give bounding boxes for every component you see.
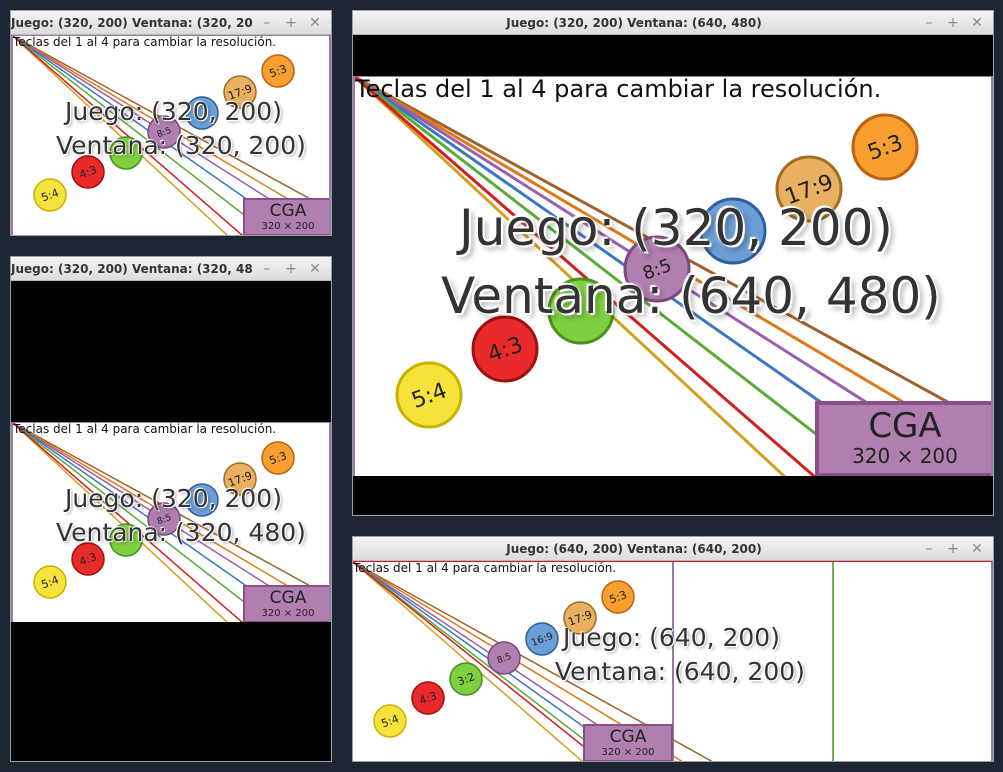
window-content[interactable]: 5:4 4:3 8:5 17:9 5:3 Teclas del 1 al 4 para c… — [11, 281, 331, 761]
window-content[interactable]: 5:4 4:3 8:5 17:9 5:3 Teclas del 1 al 4 para c… — [353, 35, 993, 515]
instructions-text: Teclas del 1 al 4 para cambiar la resolu… — [355, 76, 882, 103]
window-resolution-text: Ventana: (640, 200) — [555, 657, 805, 686]
maximize-button[interactable]: + — [941, 11, 965, 35]
ratio-5-4-circle: 5:4 — [395, 361, 463, 429]
title-bar[interactable]: Juego: (320, 200) Ventana: (320, 200) – … — [11, 11, 331, 35]
game-viewport[interactable]: 5:4 4:3 3:2 8:5 16:9 17:9 5:3 Teclas del 1 al 4… — [353, 561, 993, 761]
game-resolution-text: Juego: (640, 200) — [563, 623, 780, 652]
window-resolution-text: Ventana: (320, 200) — [56, 131, 306, 160]
cga-title: CGA — [868, 407, 942, 447]
ratio-4-3-circle: 4:3 — [71, 542, 105, 576]
ratio-5-3-circle: 5:3 — [851, 113, 919, 181]
ratio-5-4-circle: 5:4 — [33, 565, 67, 599]
window-title: Juego: (320, 200) Ventana: (320, 480) — [11, 262, 253, 276]
ratio-5-4-circle: 5:4 — [33, 178, 67, 212]
close-button[interactable]: ✕ — [965, 11, 989, 35]
game-viewport[interactable]: 5:4 4:3 8:5 17:9 5:3 Teclas del 1 al 4 para c… — [11, 422, 331, 622]
title-bar[interactable]: Juego: (640, 200) Ventana: (640, 200) – … — [353, 537, 993, 561]
ratio-8-5-circle: 8:5 — [487, 641, 521, 675]
cga-subtitle: 320 × 200 — [852, 447, 958, 469]
cga-subtitle: 320 × 200 — [261, 221, 315, 232]
maximize-button[interactable]: + — [279, 11, 303, 35]
cga-badge: CGA 320 × 200 — [243, 585, 329, 622]
minimize-button[interactable]: – — [917, 537, 941, 561]
window-resolution-text: Ventana: (640, 480) — [441, 267, 941, 325]
cga-title: CGA — [269, 588, 307, 608]
game-viewport[interactable]: 5:4 4:3 8:5 17:9 5:3 Teclas del 1 al 4 para c… — [353, 76, 993, 476]
cga-badge: CGA 320 × 200 — [815, 401, 991, 476]
window-title: Juego: (640, 200) Ventana: (640, 200) — [506, 542, 762, 556]
ratio-4-3-circle: 4:3 — [471, 315, 539, 383]
ratio-16-9-circle: 16:9 — [525, 622, 559, 656]
cga-subtitle: 320 × 200 — [261, 608, 315, 619]
game-resolution-text: Juego: (320, 200) — [459, 199, 893, 257]
cga-title: CGA — [269, 201, 307, 221]
title-bar[interactable]: Juego: (320, 200) Ventana: (320, 480) – … — [11, 257, 331, 281]
ratio-4-3-circle: 4:3 — [71, 155, 105, 189]
game-window-3: Juego: (320, 200) Ventana: (640, 480) – … — [352, 10, 994, 516]
ratio-5-3-circle: 5:3 — [261, 441, 295, 475]
ratio-4-3-circle: 4:3 — [411, 681, 445, 715]
close-button[interactable]: ✕ — [303, 11, 327, 35]
window-content[interactable]: 5:4 4:3 3:2 8:5 16:9 17:9 5:3 Teclas del 1 al 4… — [353, 561, 993, 761]
game-window-2: Juego: (320, 200) Ventana: (320, 480) – … — [10, 256, 332, 762]
cga-title: CGA — [609, 727, 647, 747]
maximize-button[interactable]: + — [279, 257, 303, 281]
minimize-button[interactable]: – — [917, 11, 941, 35]
cga-badge: CGA 320 × 200 — [583, 724, 673, 761]
maximize-button[interactable]: + — [941, 537, 965, 561]
window-content[interactable]: 5:4 4:3 8:5 17:9 5:3 Teclas del 1 al 4 para c… — [11, 35, 331, 235]
title-bar[interactable]: Juego: (320, 200) Ventana: (640, 480) – … — [353, 11, 993, 35]
window-title: Juego: (320, 200) Ventana: (320, 200) — [11, 16, 253, 30]
window-title: Juego: (320, 200) Ventana: (640, 480) — [506, 16, 762, 30]
instructions-text: Teclas del 1 al 4 para cambiar la resolu… — [353, 561, 617, 575]
game-window-4: Juego: (640, 200) Ventana: (640, 200) – … — [352, 536, 994, 762]
instructions-text: Teclas del 1 al 4 para cambiar la resolu… — [13, 35, 277, 49]
minimize-button[interactable]: – — [255, 11, 279, 35]
cga-subtitle: 320 × 200 — [601, 747, 655, 758]
ratio-3-2-circle: 3:2 — [449, 662, 483, 696]
cga-badge: CGA 320 × 200 — [243, 198, 329, 235]
ratio-5-4-circle: 5:4 — [373, 704, 407, 738]
close-button[interactable]: ✕ — [303, 257, 327, 281]
ratio-5-3-circle: 5:3 — [601, 580, 635, 614]
game-window-1: Juego: (320, 200) Ventana: (320, 200) – … — [10, 10, 332, 236]
game-resolution-text: Juego: (320, 200) — [65, 97, 282, 126]
minimize-button[interactable]: – — [255, 257, 279, 281]
game-viewport[interactable]: 5:4 4:3 8:5 17:9 5:3 Teclas del 1 al 4 para c… — [11, 35, 331, 235]
window-resolution-text: Ventana: (320, 480) — [56, 518, 306, 547]
ratio-5-3-circle: 5:3 — [261, 54, 295, 88]
close-button[interactable]: ✕ — [965, 537, 989, 561]
instructions-text: Teclas del 1 al 4 para cambiar la resolu… — [13, 422, 277, 436]
game-resolution-text: Juego: (320, 200) — [65, 484, 282, 513]
